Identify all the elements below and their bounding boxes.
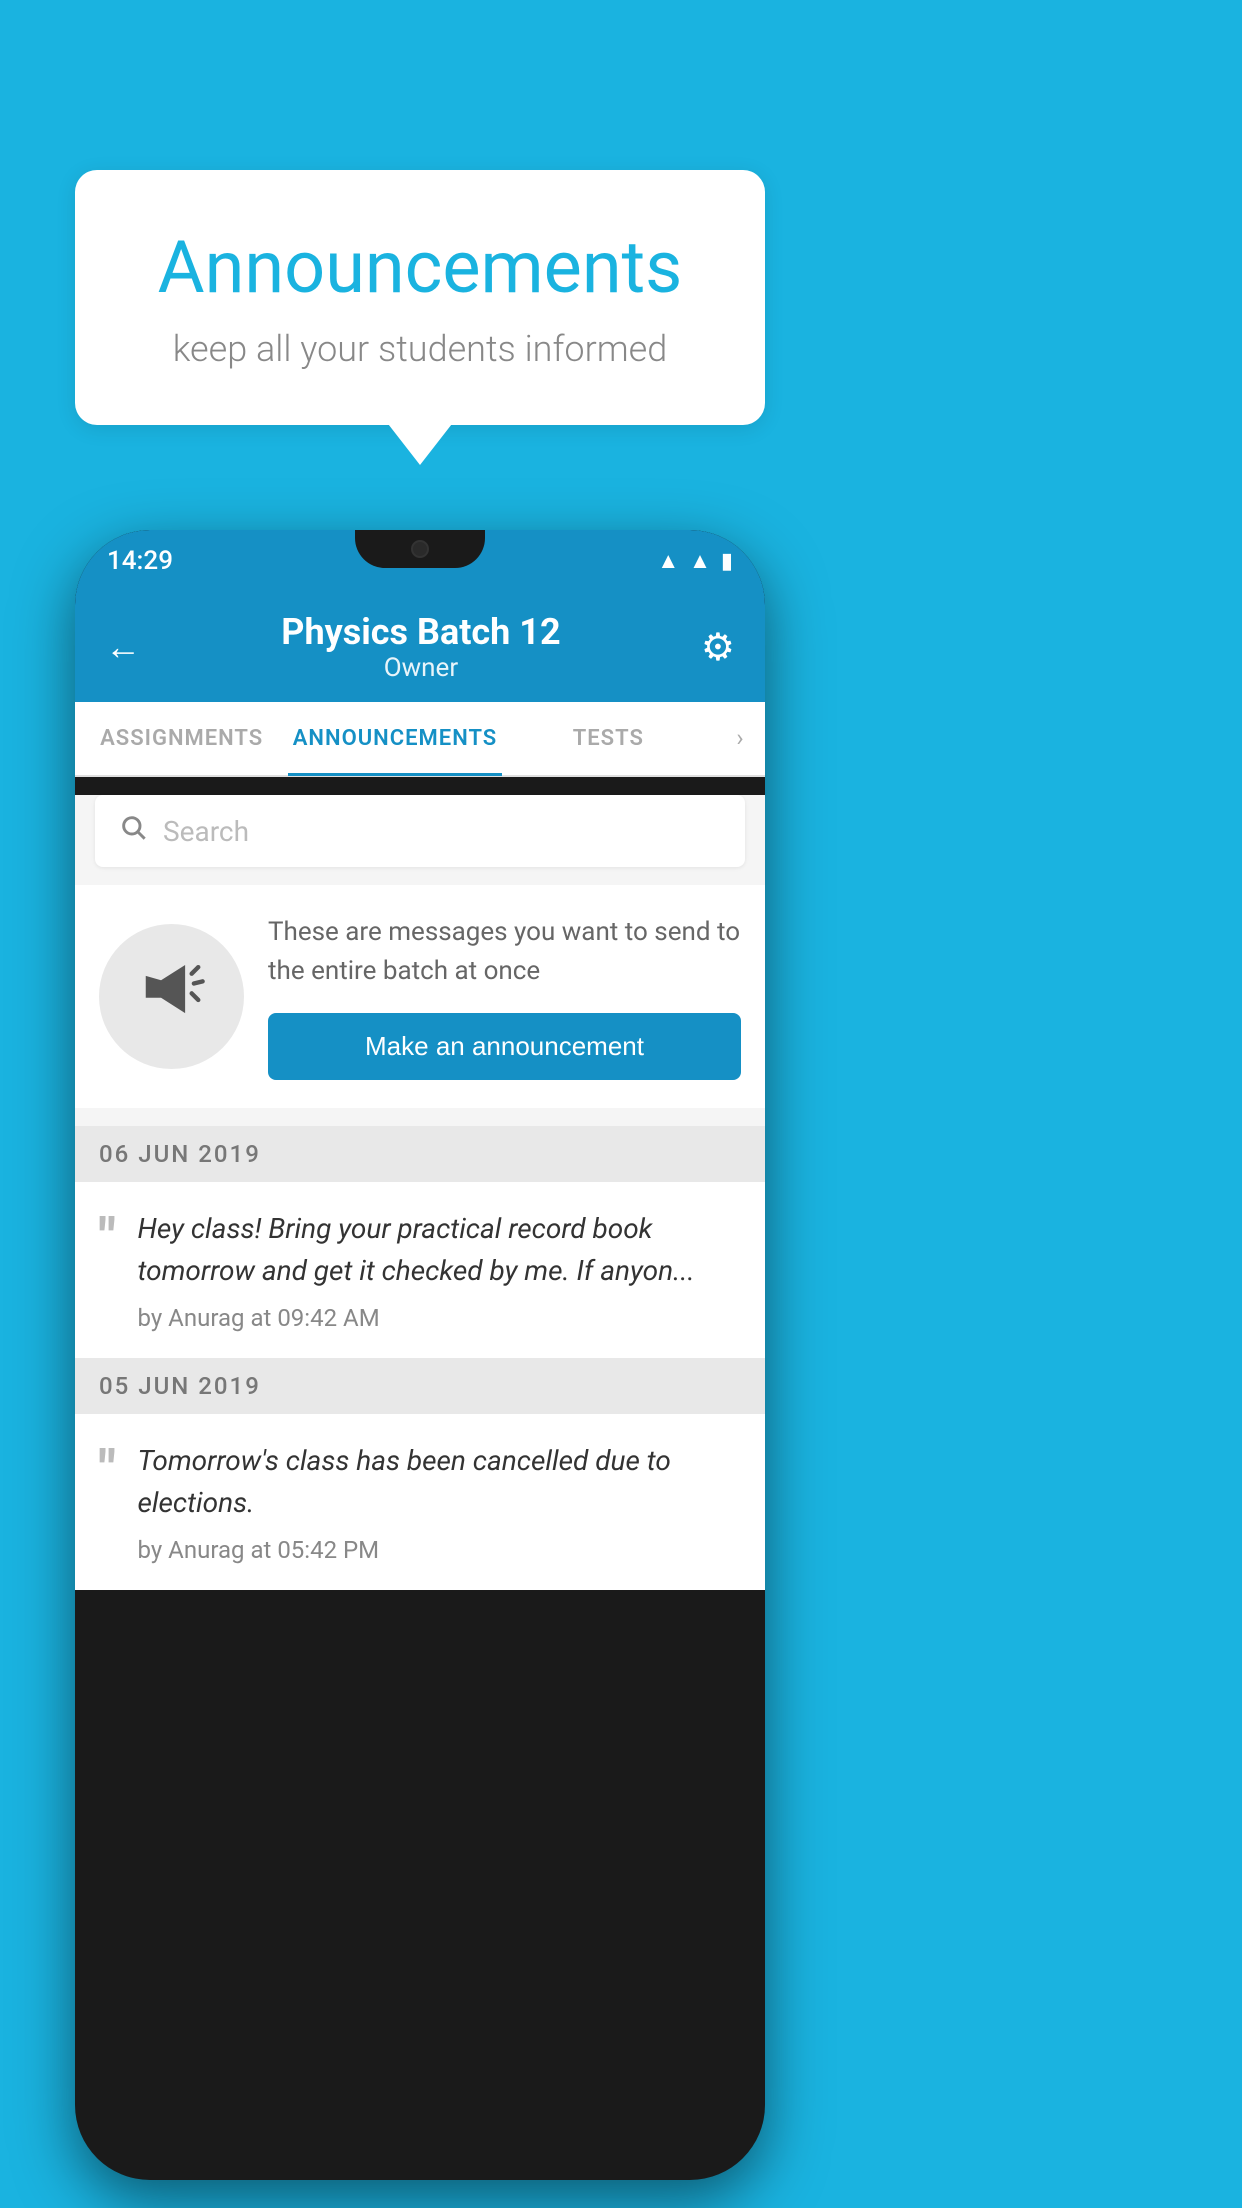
speech-bubble: Announcements keep all your students inf… (75, 170, 765, 425)
batch-title: Physics Batch 12 (281, 611, 560, 653)
phone-screen: 14:29 ▲ ▲ ▮ ← Physics Batch 12 Owner ⚙ A… (75, 530, 765, 2180)
status-bar: 14:29 ▲ ▲ ▮ (75, 530, 765, 592)
search-icon (119, 813, 147, 849)
app-header: ← Physics Batch 12 Owner ⚙ (75, 592, 765, 702)
announcement-text-1: Hey class! Bring your practical record b… (138, 1208, 741, 1292)
notch (355, 530, 485, 568)
tab-tests[interactable]: TESTS (502, 701, 715, 776)
announcement-item-1[interactable]: " Hey class! Bring your practical record… (75, 1182, 765, 1358)
status-time: 14:29 (107, 546, 173, 576)
promo-card: These are messages you want to send to t… (75, 885, 765, 1108)
phone-frame: 14:29 ▲ ▲ ▮ ← Physics Batch 12 Owner ⚙ A… (75, 530, 765, 2180)
wifi-icon: ▲ (657, 548, 679, 574)
bubble-subtitle: keep all your students informed (135, 328, 705, 370)
announcement-author-1: by Anurag at 09:42 AM (138, 1304, 741, 1332)
date-divider-2: 05 JUN 2019 (75, 1358, 765, 1414)
tabs-bar: ASSIGNMENTS ANNOUNCEMENTS TESTS › (75, 702, 765, 777)
announcement-item-2[interactable]: " Tomorrow's class has been cancelled du… (75, 1414, 765, 1590)
announcement-content-1: Hey class! Bring your practical record b… (138, 1208, 741, 1332)
signal-icon: ▲ (689, 548, 711, 574)
quote-icon-2: " (99, 1444, 116, 1496)
search-placeholder: Search (163, 815, 249, 848)
back-button[interactable]: ← (105, 626, 141, 668)
header-center: Physics Batch 12 Owner (281, 611, 560, 683)
camera (411, 540, 429, 558)
quote-icon-1: " (99, 1212, 116, 1264)
bubble-title: Announcements (135, 225, 705, 310)
announcement-content-2: Tomorrow's class has been cancelled due … (138, 1440, 741, 1564)
search-bar[interactable]: Search (95, 795, 745, 867)
battery-icon: ▮ (721, 549, 733, 574)
megaphone-icon (137, 954, 207, 1040)
tab-assignments[interactable]: ASSIGNMENTS (75, 701, 288, 776)
settings-icon[interactable]: ⚙ (701, 625, 735, 670)
announcement-author-2: by Anurag at 05:42 PM (138, 1536, 741, 1564)
batch-role: Owner (281, 653, 560, 683)
screen-content: Search (75, 795, 765, 1590)
promo-description: These are messages you want to send to t… (268, 913, 741, 991)
status-icons: ▲ ▲ ▮ (657, 548, 733, 574)
date-divider-1: 06 JUN 2019 (75, 1126, 765, 1182)
make-announcement-button[interactable]: Make an announcement (268, 1013, 741, 1080)
tab-announcements[interactable]: ANNOUNCEMENTS (288, 701, 501, 776)
announcement-text-2: Tomorrow's class has been cancelled due … (138, 1440, 741, 1524)
promo-content: These are messages you want to send to t… (268, 913, 741, 1080)
promo-icon-circle (99, 924, 244, 1069)
tabs-more[interactable]: › (715, 701, 765, 776)
